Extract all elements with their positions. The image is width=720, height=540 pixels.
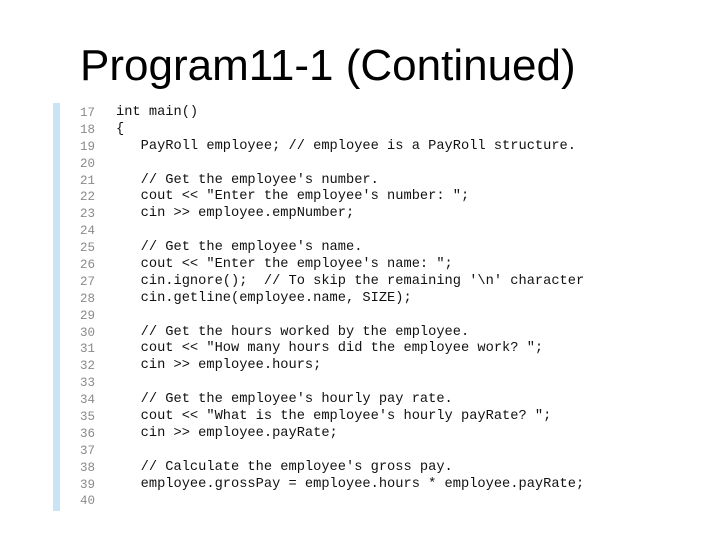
code-line: 34 // Get the employee's hourly pay rate… (80, 392, 584, 409)
line-number: 36 (80, 426, 96, 441)
code-line: 30 // Get the hours worked by the employ… (80, 325, 584, 342)
line-number: 21 (80, 173, 96, 188)
code-line: 27 cin.ignore(); // To skip the remainin… (80, 274, 584, 291)
code-line: 29 (80, 308, 584, 325)
line-number: 31 (80, 342, 96, 357)
line-number: 19 (80, 139, 96, 154)
line-code: { (116, 121, 125, 137)
line-number: 29 (80, 308, 96, 323)
code-line: 33 (80, 375, 584, 392)
line-number: 40 (80, 494, 96, 509)
code-line: 26 cout << "Enter the employee's name: "… (80, 257, 584, 274)
code-line: 21 // Get the employee's number. (80, 173, 584, 190)
line-code: cin.getline(employee.name, SIZE); (116, 290, 412, 306)
line-number: 34 (80, 393, 96, 408)
code-line: 38 // Calculate the employee's gross pay… (80, 460, 584, 477)
line-code: // Get the hours worked by the employee. (116, 324, 470, 340)
line-number: 22 (80, 190, 96, 205)
code-line: 25 // Get the employee's name. (80, 240, 584, 257)
line-code: // Get the employee's number. (116, 172, 379, 188)
line-number: 35 (80, 410, 96, 425)
code-line: 18 { (80, 122, 584, 139)
code-line: 19 PayRoll employee; // employee is a Pa… (80, 139, 584, 156)
line-code: cin.ignore(); // To skip the remaining '… (116, 273, 585, 289)
line-number: 27 (80, 274, 96, 289)
line-number: 28 (80, 291, 96, 306)
line-number: 25 (80, 241, 96, 256)
line-code: cin >> employee.hours; (116, 358, 322, 374)
code-line: 17 int main() (80, 105, 584, 122)
line-number: 23 (80, 207, 96, 222)
line-number: 37 (80, 443, 96, 458)
code-line: 36 cin >> employee.payRate; (80, 426, 584, 443)
line-code: cout << "Enter the employee's name: "; (116, 257, 453, 273)
code-line: 31 cout << "How many hours did the emplo… (80, 341, 584, 358)
line-code: cout << "Enter the employee's number: "; (116, 189, 470, 205)
line-code: int main() (116, 105, 199, 120)
line-code: employee.grossPay = employee.hours * emp… (116, 476, 585, 492)
line-number: 24 (80, 224, 96, 239)
code-line: 22 cout << "Enter the employee's number:… (80, 189, 584, 206)
line-number: 33 (80, 376, 96, 391)
line-code: cout << "How many hours did the employee… (116, 341, 544, 357)
code-line: 40 (80, 493, 584, 510)
slide-title: Program11-1 (Continued) (80, 41, 576, 90)
code-accent-bar (53, 103, 60, 511)
line-number: 26 (80, 258, 96, 273)
code-listing: 17 int main() 18 {19 PayRoll employee; // e… (80, 105, 584, 510)
line-number: 30 (80, 325, 96, 340)
line-code: // Get the employee's hourly pay rate. (116, 392, 453, 408)
code-line: 20 (80, 156, 584, 173)
code-line: 37 (80, 443, 584, 460)
line-number: 17 (80, 106, 96, 120)
line-number: 18 (80, 122, 96, 137)
code-line: 35 cout << "What is the employee's hourl… (80, 409, 584, 426)
code-line: 39 employee.grossPay = employee.hours * … (80, 477, 584, 494)
line-code: PayRoll employee; // employee is a PayRo… (116, 138, 576, 154)
line-number: 20 (80, 156, 96, 171)
code-line: 24 (80, 223, 584, 240)
line-code: // Calculate the employee's gross pay. (116, 459, 453, 475)
code-line: 32 cin >> employee.hours; (80, 358, 584, 375)
line-code: cin >> employee.payRate; (116, 425, 338, 441)
line-code: // Get the employee's name. (116, 240, 363, 256)
line-code: cin >> employee.empNumber; (116, 206, 355, 222)
code-line: 23 cin >> employee.empNumber; (80, 206, 584, 223)
line-number: 39 (80, 477, 96, 492)
code-line: 28 cin.getline(employee.name, SIZE); (80, 291, 584, 308)
line-number: 32 (80, 359, 96, 374)
line-number: 38 (80, 460, 96, 475)
line-code: cout << "What is the employee's hourly p… (116, 409, 552, 425)
